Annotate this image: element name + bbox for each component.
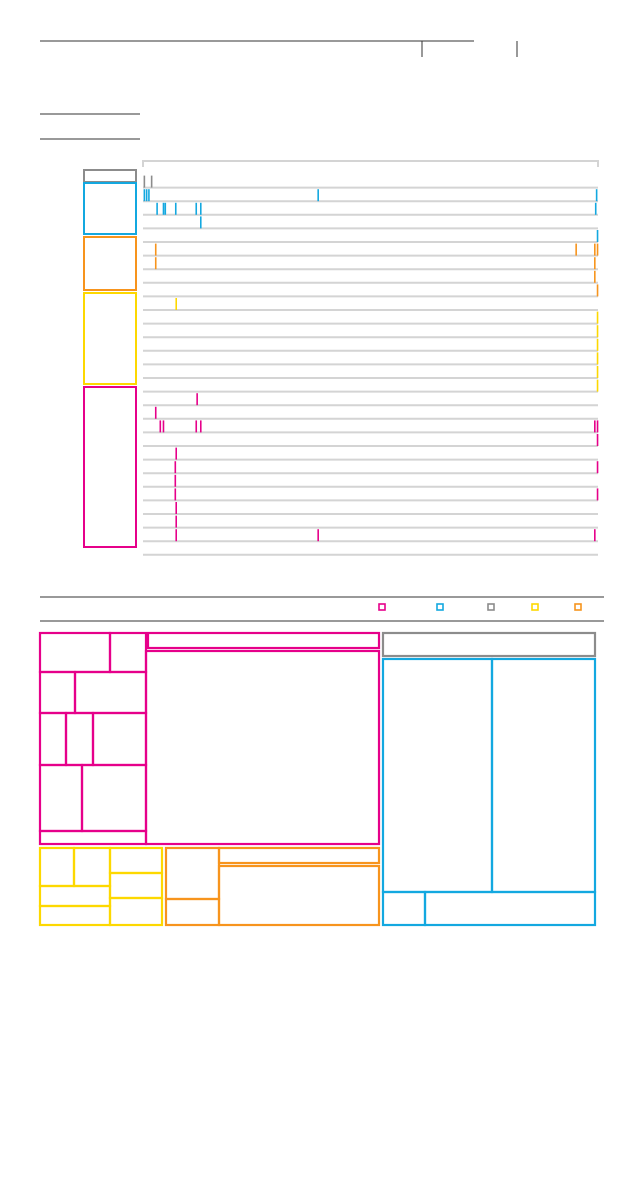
treemap-cell-cyan	[423, 890, 597, 927]
legend-swatch-yellow	[531, 603, 539, 611]
treemap-cell-magenta	[38, 763, 84, 833]
treemap-cell-orange	[164, 897, 221, 927]
treemap-cell-magenta	[38, 711, 68, 767]
treemap-cell-yellow	[108, 871, 164, 900]
figure-canvas	[38, 40, 604, 927]
legend-swatch-gray	[487, 603, 495, 611]
treemap-cell-yellow	[38, 846, 76, 888]
treemap-cell-cyan	[381, 890, 427, 927]
group-box-magenta	[83, 386, 137, 548]
treemap-cell-yellow	[108, 846, 164, 875]
treemap-cell-magenta	[91, 711, 148, 767]
treemap-cell-magenta	[38, 631, 112, 674]
timeline-chart	[83, 160, 599, 556]
treemap-cell-yellow	[38, 884, 112, 908]
treemap-cell-orange	[217, 864, 381, 927]
treemap-cell-cyan	[381, 657, 494, 894]
treemap-cell-magenta	[80, 763, 148, 833]
treemap-cell-magenta	[38, 829, 148, 846]
legend-swatch-cyan	[436, 603, 444, 611]
treemap-cell-orange	[164, 846, 221, 901]
treemap-cell-yellow	[72, 846, 112, 888]
group-box-gray	[83, 169, 137, 183]
treemap-cell-magenta	[73, 670, 148, 715]
group-box-yellow	[83, 292, 137, 385]
treemap-cell-orange	[217, 846, 381, 865]
treemap-cell-gray	[381, 631, 597, 658]
timeline-frame	[142, 160, 599, 167]
legend-swatch-magenta	[378, 603, 386, 611]
treemap-cell-yellow	[108, 896, 164, 927]
treemap-chart	[38, 631, 597, 927]
legend	[40, 596, 604, 622]
treemap-cell-magenta	[64, 711, 95, 767]
treemap-cell-cyan	[490, 657, 597, 894]
treemap-cell-yellow	[38, 904, 112, 927]
header-rules	[40, 40, 518, 140]
treemap-cell-magenta	[108, 631, 148, 674]
group-box-cyan	[83, 182, 137, 235]
group-box-orange	[83, 236, 137, 291]
treemap-cell-magenta	[144, 649, 381, 846]
treemap-cell-magenta	[146, 631, 381, 650]
legend-swatch-orange	[574, 603, 582, 611]
treemap-cell-magenta	[38, 670, 77, 715]
